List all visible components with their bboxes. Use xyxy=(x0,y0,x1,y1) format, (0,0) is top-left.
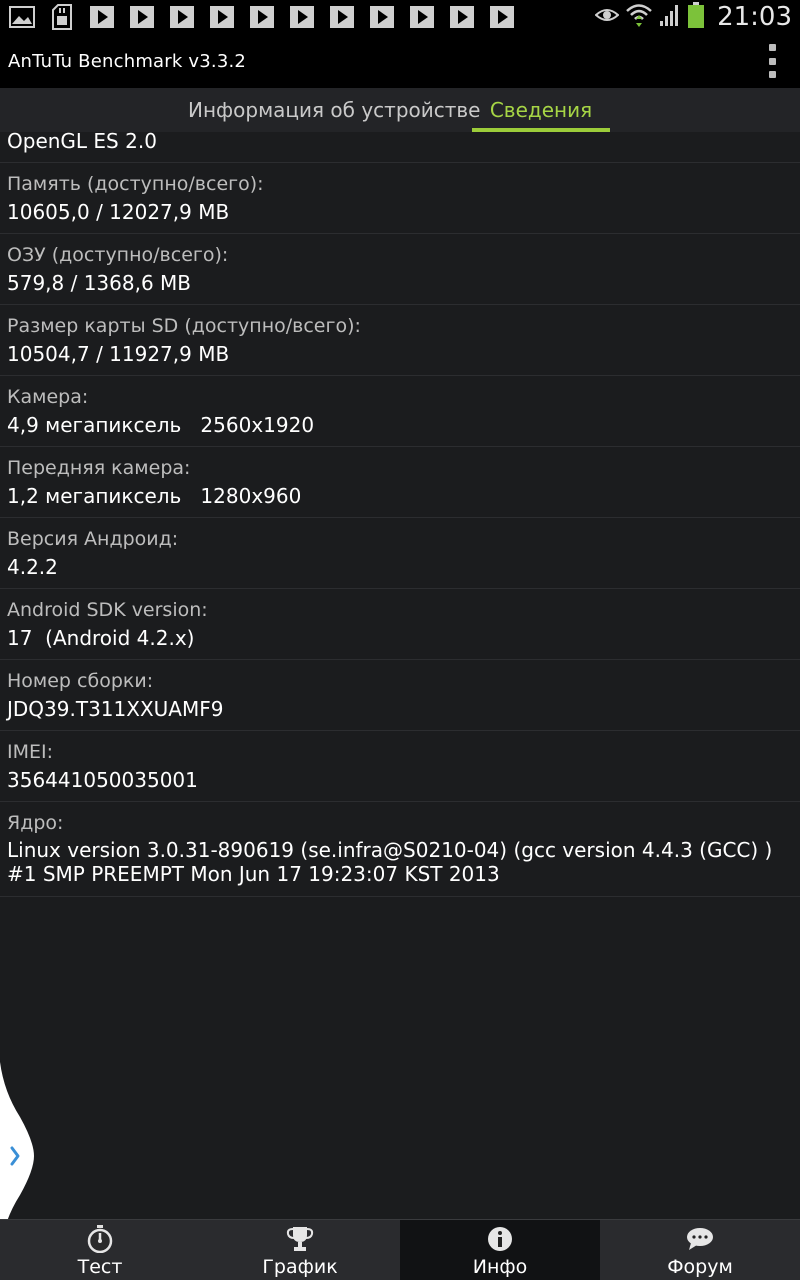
item-value: 4,9 мегапиксель 2560x1920 xyxy=(7,413,315,437)
item-value: JDQ39.T311XXUAMF9 xyxy=(7,697,224,721)
battery-icon xyxy=(687,1,705,33)
play-icon xyxy=(328,4,356,30)
status-bar: 21:03 xyxy=(0,0,800,34)
item-label: Android SDK version: xyxy=(7,599,208,621)
list-item-sd-card: Размер карты SD (доступно/всего): 10504,… xyxy=(0,305,800,376)
item-label: IMEI: xyxy=(7,741,54,763)
play-icon xyxy=(248,4,276,30)
gallery-icon xyxy=(8,4,36,30)
item-value: 17 (Android 4.2.x) xyxy=(7,626,195,650)
item-value: 10504,7 / 11927,9 MB xyxy=(7,342,230,366)
nav-label: Инфо xyxy=(472,1256,528,1278)
info-icon xyxy=(485,1224,515,1254)
stopwatch-icon xyxy=(85,1224,115,1254)
item-label: Камера: xyxy=(7,386,89,408)
info-list: OpenGL ES 2.0 Память (доступно/всего): 1… xyxy=(0,131,800,897)
play-icon xyxy=(128,4,156,30)
nav-label: График xyxy=(262,1256,338,1278)
item-value: 4.2.2 xyxy=(7,555,58,579)
status-clock: 21:03 xyxy=(717,2,792,32)
nav-label: Форум xyxy=(667,1256,733,1278)
nav-graph[interactable]: График xyxy=(200,1220,400,1280)
list-item-sdk-version: Android SDK version: 17 (Android 4.2.x) xyxy=(0,589,800,660)
item-value: 579,8 / 1368,6 MB xyxy=(7,271,192,295)
bottom-navigation: Тест График Инфо Форум xyxy=(0,1219,800,1280)
nav-label: Тест xyxy=(77,1256,123,1278)
list-item-memory: Память (доступно/всего): 10605,0 / 12027… xyxy=(0,163,800,234)
play-icon xyxy=(208,4,236,30)
notification-icons xyxy=(0,4,516,30)
play-icon xyxy=(448,4,476,30)
signal-icon xyxy=(659,3,681,31)
item-label: Память (доступно/всего): xyxy=(7,173,264,195)
list-item-kernel: Ядро: Linux version 3.0.31-890619 (se.in… xyxy=(0,802,800,897)
tab-details[interactable]: Сведения xyxy=(472,88,610,132)
item-label: Передняя камера: xyxy=(7,457,191,479)
app-title: AnTuTu Benchmark v3.3.2 xyxy=(8,50,247,72)
play-icon xyxy=(168,4,196,30)
item-label: Размер карты SD (доступно/всего): xyxy=(7,315,361,337)
list-item-front-camera: Передняя камера: 1,2 мегапиксель 1280x96… xyxy=(0,447,800,518)
tab-bar: Информация об устройстве Сведения xyxy=(0,88,800,132)
item-label: ОЗУ (доступно/всего): xyxy=(7,244,229,266)
item-value: 356441050035001 xyxy=(7,768,198,792)
play-icon xyxy=(408,4,436,30)
play-icon xyxy=(88,4,116,30)
list-item-android-version: Версия Андроид: 4.2.2 xyxy=(0,518,800,589)
nav-info[interactable]: Инфо xyxy=(400,1220,600,1280)
list-item-ram: ОЗУ (доступно/всего): 579,8 / 1368,6 MB xyxy=(0,234,800,305)
play-icon xyxy=(368,4,396,30)
list-item-build-number: Номер сборки: JDQ39.T311XXUAMF9 xyxy=(0,660,800,731)
sd-card-icon xyxy=(48,4,76,30)
list-item-imei: IMEI: 356441050035001 xyxy=(0,731,800,802)
item-value: 1,2 мегапиксель 1280x960 xyxy=(7,484,302,508)
play-icon xyxy=(288,4,316,30)
nav-forum[interactable]: Форум xyxy=(600,1220,800,1280)
item-value: 10605,0 / 12027,9 MB xyxy=(7,200,230,224)
trophy-icon xyxy=(285,1224,315,1254)
item-label: Ядро: xyxy=(7,812,64,834)
item-label: Версия Андроид: xyxy=(7,528,179,550)
item-label: Номер сборки: xyxy=(7,670,154,692)
list-item-camera: Камера: 4,9 мегапиксель 2560x1920 xyxy=(0,376,800,447)
item-value: Linux version 3.0.31-890619 (se.infra@S0… xyxy=(7,838,773,886)
wifi-icon xyxy=(625,2,653,32)
opengl-value: OpenGL ES 2.0 xyxy=(0,131,800,163)
nav-test[interactable]: Тест xyxy=(0,1220,200,1280)
system-icons: 21:03 xyxy=(594,0,792,34)
play-icon xyxy=(488,4,516,30)
action-bar: AnTuTu Benchmark v3.3.2 xyxy=(0,34,800,88)
tab-device-info[interactable]: Информация об устройстве xyxy=(188,88,481,132)
overflow-menu-icon[interactable] xyxy=(766,44,778,78)
eye-icon xyxy=(594,7,620,27)
chat-bubble-icon xyxy=(685,1224,715,1254)
